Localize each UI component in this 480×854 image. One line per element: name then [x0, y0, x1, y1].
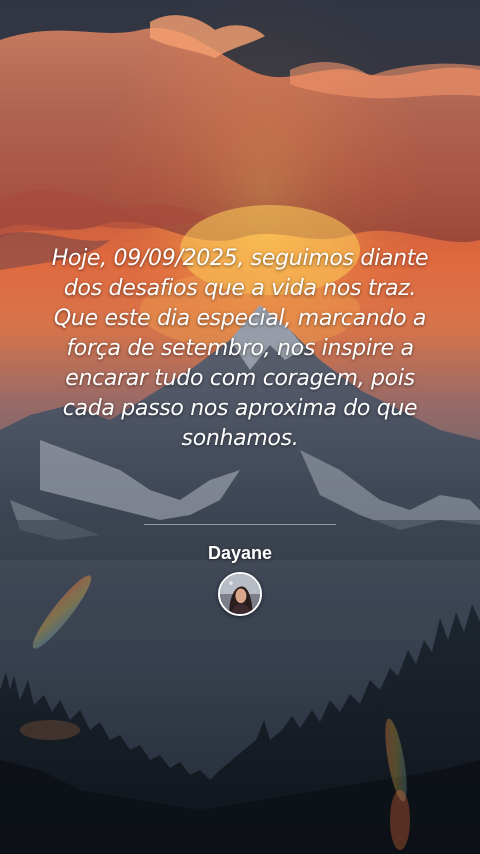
divider — [144, 524, 336, 525]
avatar[interactable] — [218, 572, 262, 616]
author-name: Dayane — [207, 543, 273, 563]
quote-text: Hoje, 09/09/2025, seguimos diante dos de… — [51, 246, 429, 451]
wallpaper-screen: Hoje, 09/09/2025, seguimos diante dos de… — [0, 0, 480, 854]
avatar-photo-icon — [220, 574, 260, 614]
